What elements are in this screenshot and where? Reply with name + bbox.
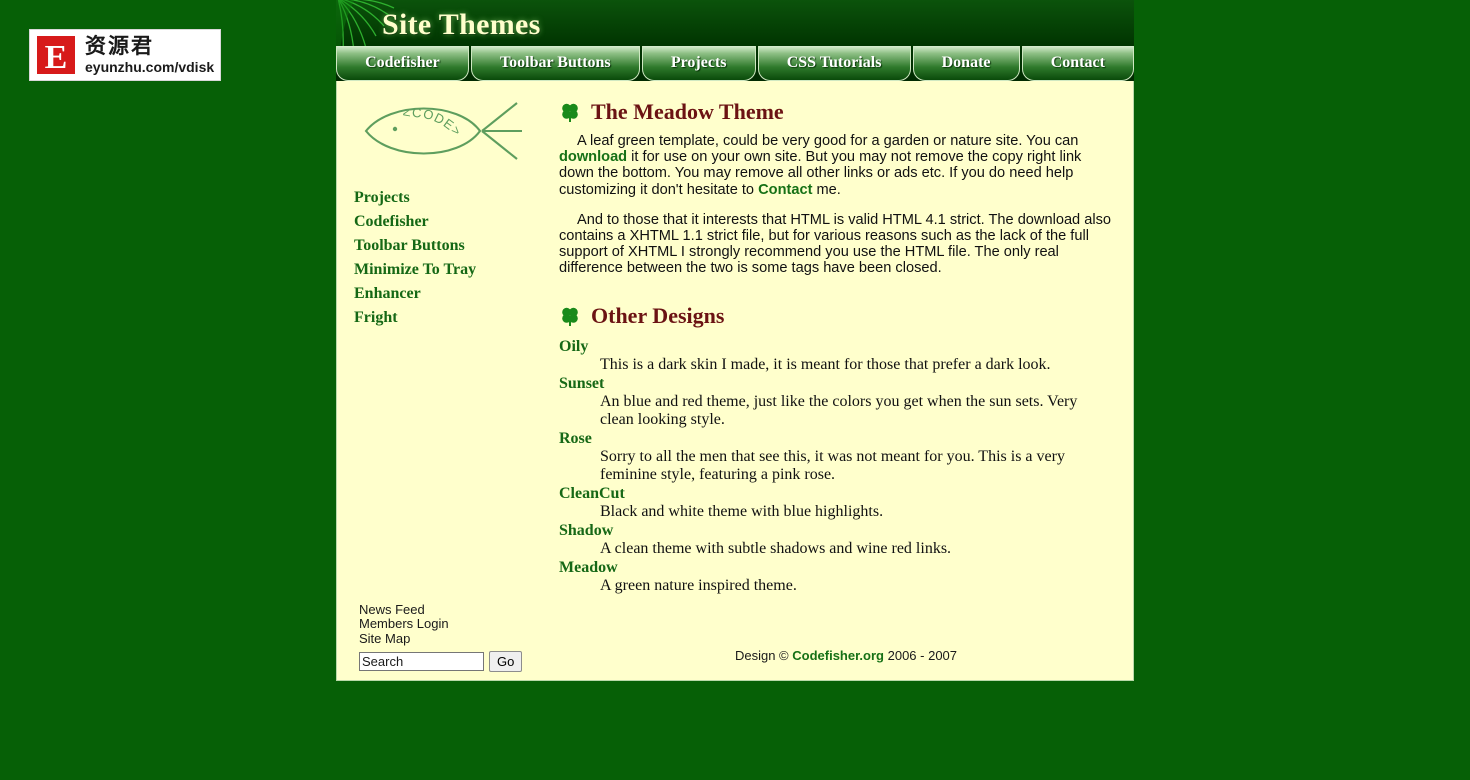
tab-label: Projects [670,54,727,71]
watermark-url: eyunzhu.com/vdisk [85,59,215,75]
sidebar-item-projects[interactable]: Projects [354,186,514,210]
main-navigation-tabs: Codefisher Toolbar Buttons Projects CSS … [336,46,1134,81]
tab-codefisher[interactable]: Codefisher [336,46,469,81]
tab-label: Toolbar Buttons [499,54,611,71]
watermark-logo-icon: E [34,33,78,77]
section-heading-meadow: The Meadow Theme [559,99,1113,125]
codefisher-fish-logo-icon[interactable]: <CODE> [354,91,524,167]
footer-suffix: 2006 - 2007 [884,648,958,663]
design-description: Black and white theme with blue highligh… [600,502,884,520]
tab-label: Donate [941,54,991,71]
design-term: Meadow [559,558,618,576]
design-description: An blue and red theme, just like the col… [600,392,1078,428]
design-term: Rose [559,429,592,447]
link-news-feed[interactable]: News Feed [359,602,544,618]
sidebar-item-codefisher[interactable]: Codefisher [354,210,514,234]
page-title: Site Themes [382,8,541,41]
clover-icon [562,103,578,122]
design-term: Sunset [559,374,605,392]
sidebar-item-fright[interactable]: Fright [354,306,514,330]
search-input[interactable] [359,652,484,671]
intro-paragraph: A leaf green template, could be very goo… [559,133,1113,198]
page-container: Site Themes Codefisher Toolbar Buttons P… [336,0,1134,702]
tab-label: Contact [1050,54,1105,71]
content-area: <CODE> Projects Codefisher Toolbar Butto… [336,81,1134,681]
watermark-text: 资源君 eyunzhu.com/vdisk [85,34,215,75]
clover-icon [562,307,578,326]
search-go-button[interactable]: Go [489,651,523,672]
tab-donate[interactable]: Donate [912,46,1020,81]
paragraph-part: A leaf green template, could be very goo… [577,133,1079,149]
heading-text: The Meadow Theme [591,99,784,124]
link-members-login[interactable]: Members Login [359,616,544,632]
watermark-badge: E 资源君 eyunzhu.com/vdisk [29,29,221,81]
section-heading-other-designs: Other Designs [559,303,1113,329]
design-description: A clean theme with subtle shadows and wi… [600,539,952,557]
link-site-map[interactable]: Site Map [359,631,544,647]
design-description: Sorry to all the men that see this, it w… [600,447,1065,483]
sidebar: <CODE> Projects Codefisher Toolbar Butto… [337,81,559,680]
sidebar-item-toolbar-buttons[interactable]: Toolbar Buttons [354,234,514,258]
design-term: Oily [559,337,589,355]
design-description: This is a dark skin I made, it is meant … [600,355,1051,373]
design-term: Shadow [559,521,614,539]
sidebar-nav: Projects Codefisher Toolbar Buttons Mini… [354,186,559,330]
design-term: CleanCut [559,484,625,502]
designs-definition-list: Oily This is a dark skin I made, it is m… [559,337,1113,595]
tab-toolbar-buttons[interactable]: Toolbar Buttons [470,46,640,81]
heading-text: Other Designs [591,302,725,328]
sidebar-item-minimize-to-tray-enhancer[interactable]: Minimize To Tray Enhancer [354,258,514,306]
tab-label: CSS Tutorials [786,54,882,71]
search-form: Go [359,651,544,672]
tab-label: Codefisher [365,54,440,71]
design-description: A green nature inspired theme. [600,576,797,594]
html-validity-paragraph: And to those that it interests that HTML… [559,211,1111,277]
main-content: The Meadow Theme A leaf green template, … [559,81,1133,680]
paragraph-part: me. [812,181,841,198]
download-link[interactable]: download [559,149,627,165]
codefisher-link[interactable]: Codefisher.org [792,648,884,663]
contact-link[interactable]: Contact [758,182,812,198]
footer-copyright: Design © Codefisher.org 2006 - 2007 [559,648,1133,663]
tab-projects[interactable]: Projects [641,46,756,81]
footer-prefix: Design © [734,648,793,663]
tab-css-tutorials[interactable]: CSS Tutorials [757,46,911,81]
site-header: Site Themes Codefisher Toolbar Buttons P… [336,0,1134,81]
tab-contact[interactable]: Contact [1021,46,1134,81]
sidebar-footer: News Feed Members Login Site Map Go [359,602,544,672]
watermark-chinese-text: 资源君 [85,34,154,58]
